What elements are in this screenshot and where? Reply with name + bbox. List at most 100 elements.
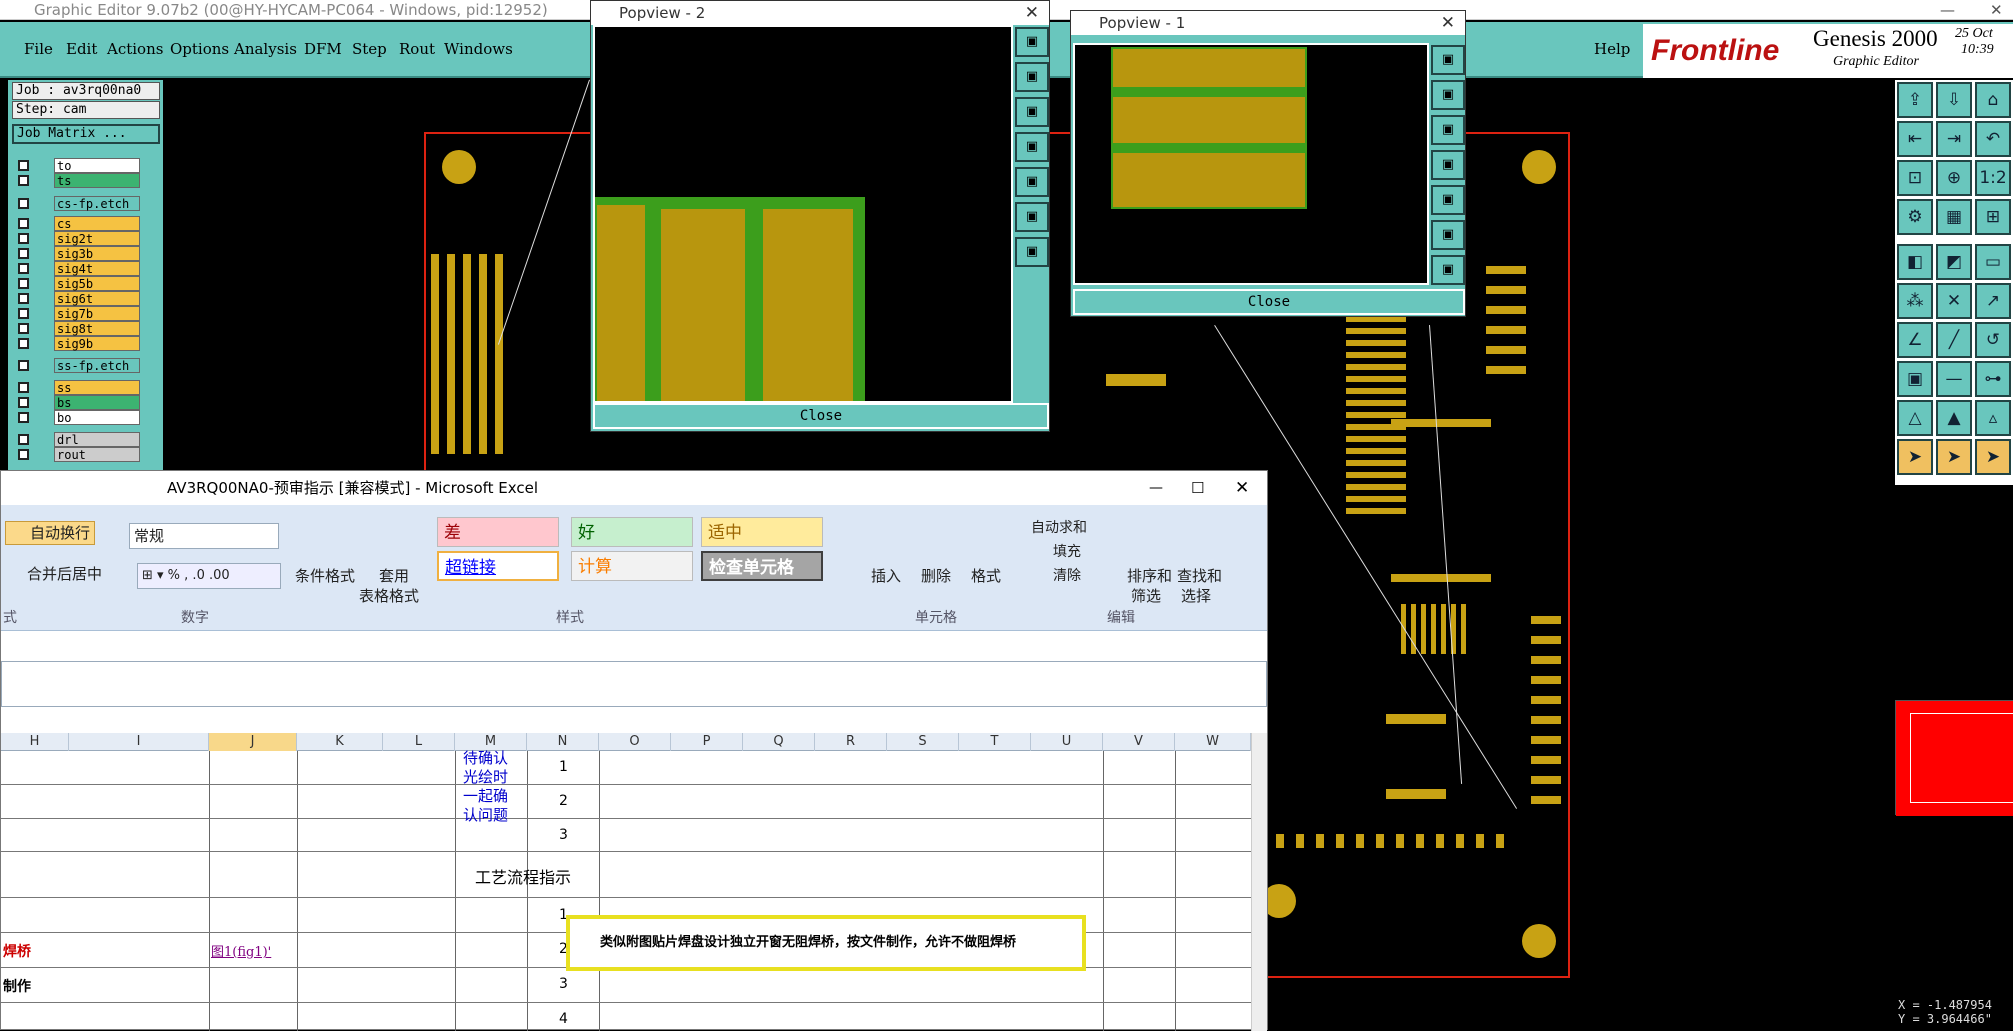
ruler-icon[interactable]: ▭	[1975, 244, 2011, 280]
home-icon[interactable]: ⌂	[1975, 82, 2011, 118]
layer-name[interactable]: sig4t	[54, 261, 140, 276]
layer-row[interactable]: to	[14, 158, 140, 173]
layer-row[interactable]: ss	[14, 380, 140, 395]
layer-name[interactable]: ss-fp.etch	[54, 358, 140, 373]
scale-icon[interactable]: 1:2	[1975, 160, 2011, 196]
layer-name[interactable]: cs	[54, 216, 140, 231]
popview-tool-icon[interactable]: ▣	[1431, 115, 1465, 145]
layer-name[interactable]: sig2t	[54, 231, 140, 246]
table-format-button-line1[interactable]: 套用	[379, 565, 409, 586]
layer-row[interactable]: sig2t	[14, 231, 140, 246]
col-N[interactable]: N	[527, 733, 599, 751]
delete-button[interactable]: 删除	[921, 565, 951, 586]
layer-row[interactable]: ts	[14, 173, 140, 188]
process-cell[interactable]: 工艺流程指示	[475, 864, 571, 888]
col-L[interactable]: L	[383, 733, 455, 751]
layer-row[interactable]: rout	[14, 447, 140, 462]
layer-checkbox[interactable]	[18, 323, 29, 334]
popview-tool-icon[interactable]: ▣	[1015, 97, 1049, 127]
style-good[interactable]: 好	[571, 517, 693, 547]
maximize-icon[interactable]: ☐	[1191, 471, 1204, 505]
find-select-button-line1[interactable]: 查找和	[1177, 565, 1222, 586]
slash-icon[interactable]: ╱	[1936, 322, 1972, 358]
menu-actions[interactable]: Actions	[107, 40, 163, 58]
layer-checkbox[interactable]	[18, 308, 29, 319]
layer-name[interactable]: rout	[54, 447, 140, 462]
tri-icon[interactable]: △	[1897, 400, 1933, 436]
menu-rout[interactable]: Rout	[399, 40, 435, 58]
layer-name[interactable]: ss	[54, 380, 140, 395]
find-select-button-line2[interactable]: 选择	[1181, 585, 1211, 606]
number-format-select[interactable]: 常规	[129, 523, 279, 549]
sort-filter-button-line1[interactable]: 排序和	[1127, 565, 1172, 586]
row-num[interactable]: 4	[559, 1011, 568, 1027]
layer-checkbox[interactable]	[18, 449, 29, 460]
merge-center-button[interactable]: 合并后居中	[27, 563, 102, 584]
popview-tool-icon[interactable]: ▣	[1431, 220, 1465, 250]
col-T[interactable]: T	[959, 733, 1031, 751]
col-O[interactable]: O	[599, 733, 671, 751]
fill-button[interactable]: 填充	[1053, 541, 1081, 561]
layer-checkbox[interactable]	[18, 434, 29, 445]
save-icon[interactable]: ⇩	[1936, 82, 1972, 118]
layer-row[interactable]: sig5b	[14, 276, 140, 291]
layer-name[interactable]: sig8t	[54, 321, 140, 336]
layer-checkbox[interactable]	[18, 278, 29, 289]
split-icon[interactable]: ⊶	[1975, 361, 2011, 397]
layer-row[interactable]: sig7b	[14, 306, 140, 321]
layer-row[interactable]: sig3b	[14, 246, 140, 261]
layer-row[interactable]: bo	[14, 410, 140, 425]
layer-row[interactable]: sig9b	[14, 336, 140, 351]
measure-icon[interactable]: ⚙	[1897, 199, 1933, 235]
row-num[interactable]: 2	[559, 793, 568, 809]
layer-name[interactable]: bo	[54, 410, 140, 425]
layer-name[interactable]: sig6t	[54, 291, 140, 306]
layer-checkbox[interactable]	[18, 160, 29, 171]
popview-tool-icon[interactable]: ▣	[1015, 237, 1049, 267]
route-icon[interactable]: ↗	[1975, 283, 2011, 319]
style-calc[interactable]: 计算	[571, 551, 693, 581]
layer-checkbox[interactable]	[18, 397, 29, 408]
menu-help[interactable]: Help	[1594, 40, 1630, 58]
minus-icon[interactable]: —	[1936, 361, 1972, 397]
layer-checkbox[interactable]	[18, 175, 29, 186]
sort-filter-button-line2[interactable]: 筛选	[1131, 585, 1161, 606]
left-icon[interactable]: ⇤	[1897, 121, 1933, 157]
formula-bar[interactable]	[1, 661, 1267, 707]
style-neutral[interactable]: 适中	[701, 517, 823, 547]
layer-checkbox[interactable]	[18, 412, 29, 423]
zoom-icon[interactable]: ⊕	[1936, 160, 1972, 196]
row-num[interactable]: 1	[559, 759, 568, 775]
col-U[interactable]: U	[1031, 733, 1103, 751]
h-make-cell[interactable]: 制作	[3, 976, 31, 996]
popview-tool-icon[interactable]: ▣	[1431, 185, 1465, 215]
node-icon[interactable]: ⁂	[1897, 283, 1933, 319]
layer-row[interactable]: bs	[14, 395, 140, 410]
layer-checkbox[interactable]	[18, 263, 29, 274]
layer-checkbox[interactable]	[18, 360, 29, 371]
col-W[interactable]: W	[1175, 733, 1251, 751]
tri2-icon[interactable]: ▲	[1936, 400, 1972, 436]
layer-name[interactable]: sig7b	[54, 306, 140, 321]
comment-box[interactable]: 类似附图贴片焊盘设计独立开窗无阻焊桥，按文件制作，允许不做阻焊桥	[566, 915, 1086, 971]
layer-checkbox[interactable]	[18, 338, 29, 349]
popview-tool-icon[interactable]: ▣	[1431, 80, 1465, 110]
menu-dfm[interactable]: DFM	[304, 40, 342, 58]
col-P[interactable]: P	[671, 733, 743, 751]
menu-edit[interactable]: Edit	[66, 40, 97, 58]
layer-checkbox[interactable]	[18, 248, 29, 259]
layer-row[interactable]: sig6t	[14, 291, 140, 306]
job-matrix-button[interactable]: Job Matrix ...	[12, 124, 160, 144]
layer-name[interactable]: to	[54, 158, 140, 173]
layer-row[interactable]: cs	[14, 216, 140, 231]
menu-options[interactable]: Options	[170, 40, 229, 58]
close-icon[interactable]: ✕	[1025, 1, 1039, 25]
menu-file[interactable]: File	[24, 40, 53, 58]
layer-checkbox[interactable]	[18, 233, 29, 244]
layer-name[interactable]: drl	[54, 432, 140, 447]
menu-windows[interactable]: Windows	[444, 40, 513, 58]
layer-row[interactable]: sig8t	[14, 321, 140, 336]
table-format-button-line2[interactable]: 表格格式	[359, 585, 419, 606]
minimize-icon[interactable]: —	[1940, 0, 1955, 20]
popview-tool-icon[interactable]: ▣	[1431, 255, 1465, 285]
